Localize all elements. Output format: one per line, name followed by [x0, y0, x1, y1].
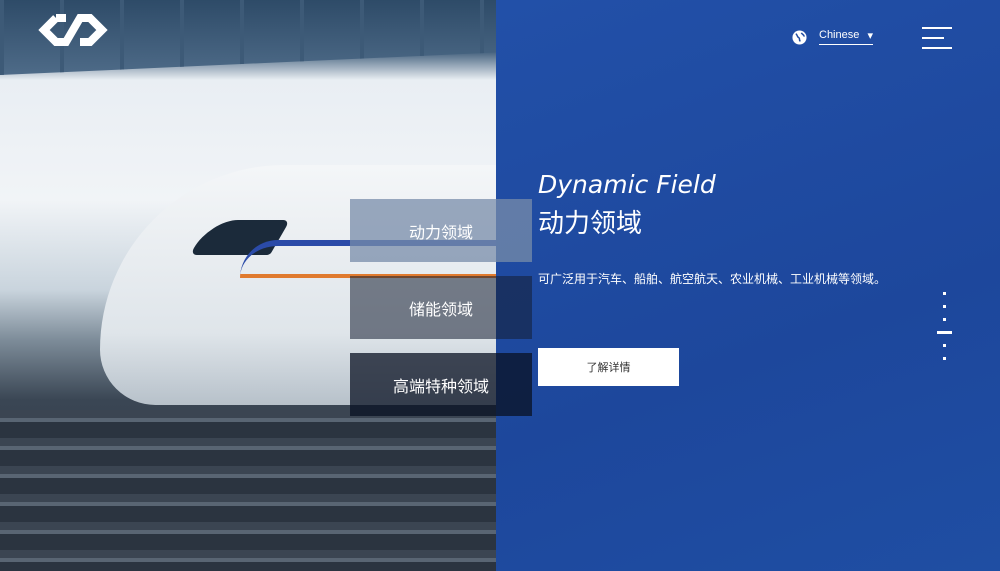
caret-down-icon: ▾	[867, 30, 873, 42]
tab-power[interactable]: 动力领域	[350, 199, 532, 262]
pagination	[936, 287, 952, 365]
hamburger-menu-icon[interactable]	[922, 27, 952, 49]
tab-high-end-special[interactable]: 高端特种领域	[350, 353, 532, 416]
pagination-dot[interactable]	[942, 292, 946, 295]
pagination-dot[interactable]	[942, 305, 946, 308]
pagination-dot[interactable]	[942, 318, 946, 321]
pagination-dot-active[interactable]	[936, 331, 952, 334]
language-selector[interactable]: Chinese ▾	[792, 29, 873, 45]
language-value: Chinese	[819, 29, 860, 41]
field-tabs: 动力领域 储能领域 高端特种领域	[350, 199, 532, 430]
tracks	[0, 410, 496, 571]
hero-title-zh: 动力领域	[538, 208, 643, 238]
pagination-dot[interactable]	[942, 344, 946, 347]
hero-text: Dynamic Field 动力领域 可广泛用于汽车、船舶、航空航天、农业机械、…	[538, 170, 886, 287]
learn-more-button[interactable]: 了解详情	[538, 348, 679, 386]
tab-energy-storage[interactable]: 储能领域	[350, 276, 532, 339]
hero-description: 可广泛用于汽车、船舶、航空航天、农业机械、工业机械等领域。	[538, 272, 887, 286]
globe-icon	[792, 29, 807, 45]
hero-title-en: Dynamic Field	[538, 170, 716, 199]
pagination-dot[interactable]	[942, 357, 946, 360]
infinity-logo[interactable]	[38, 12, 108, 48]
